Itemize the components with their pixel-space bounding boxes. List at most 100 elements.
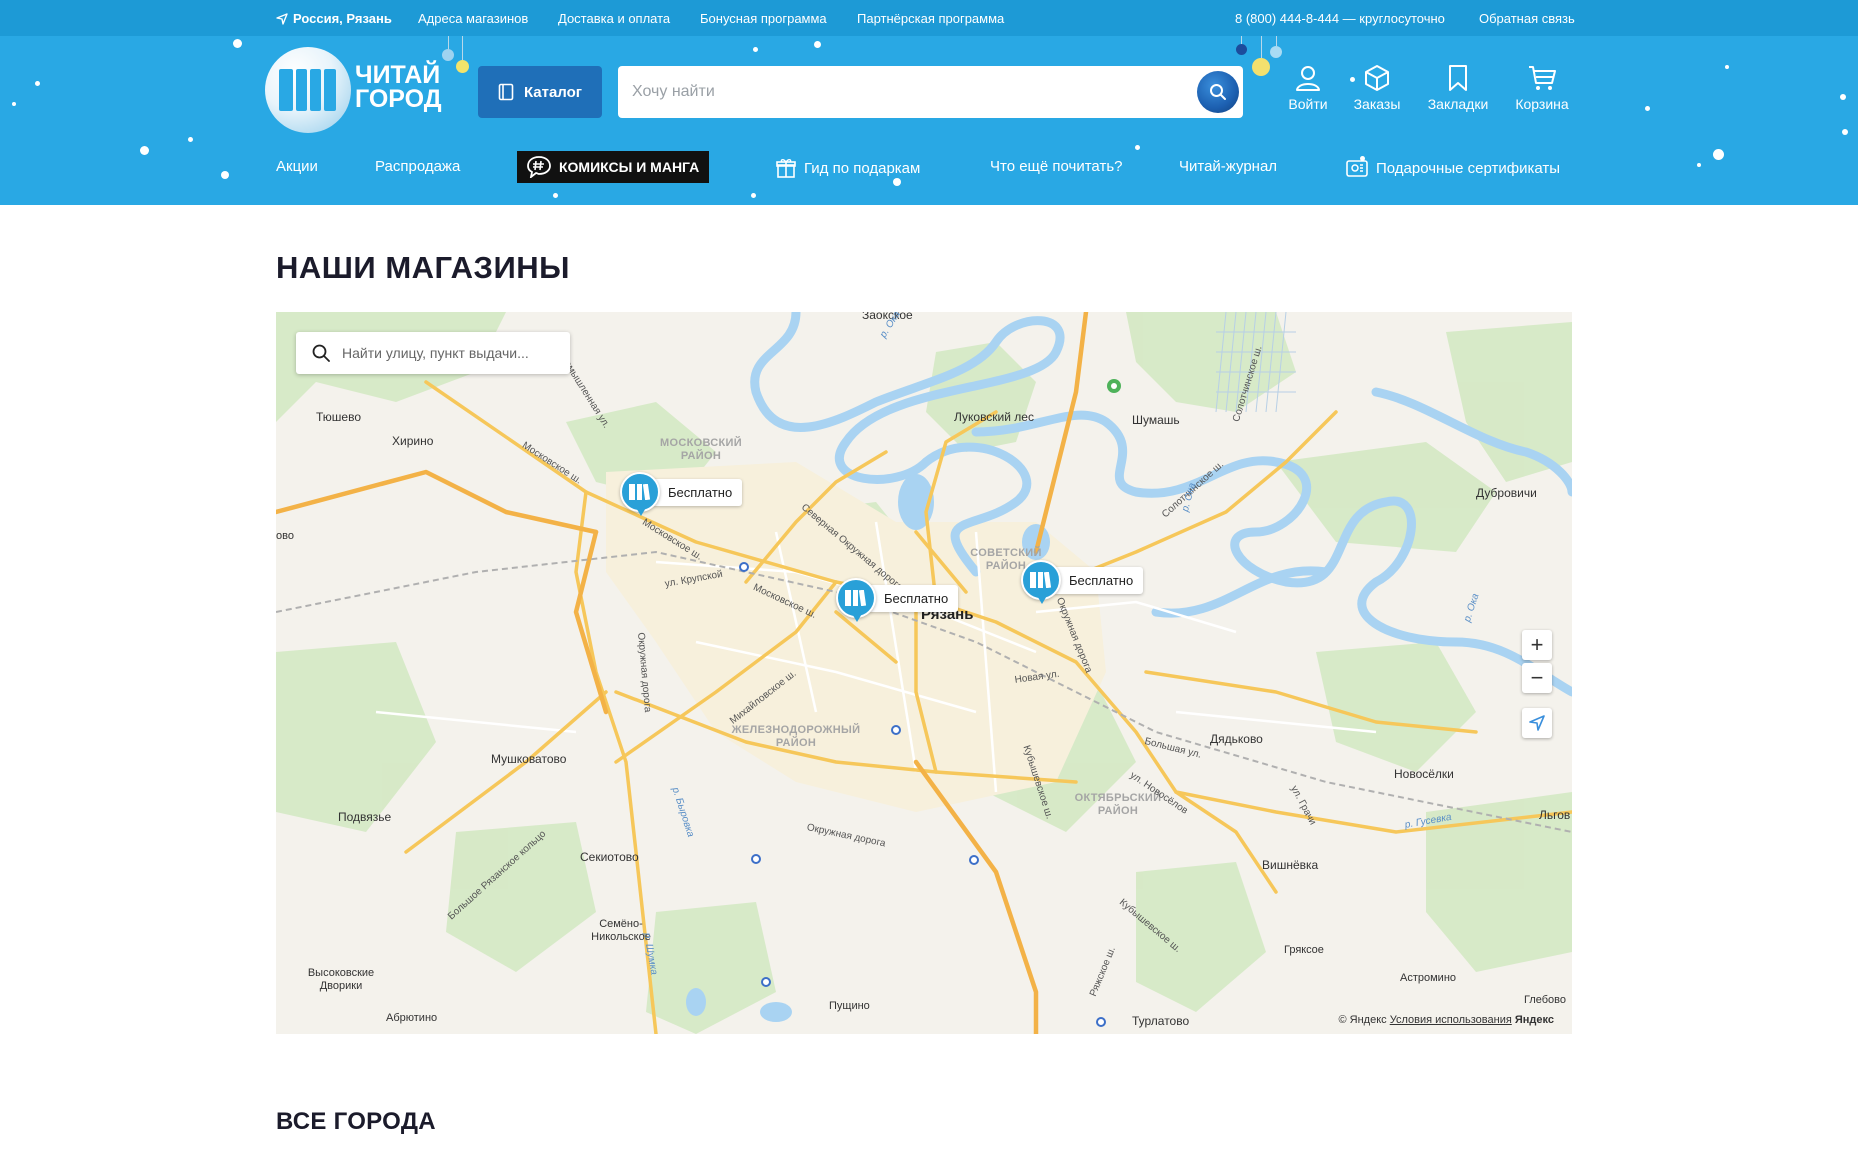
snowflake-decoration <box>1842 129 1848 135</box>
catalog-label: Каталог <box>523 83 583 101</box>
navigation-arrow-icon <box>1529 715 1545 731</box>
login-label: Войти <box>1288 96 1328 112</box>
ornament-ball <box>456 60 469 73</box>
snowflake-decoration <box>188 137 193 142</box>
nav-gift-certificates[interactable]: Подарочные сертификаты <box>1346 158 1560 178</box>
comics-hashtag-icon <box>527 156 551 178</box>
catalog-button[interactable]: Каталог <box>478 66 602 118</box>
stores-map[interactable]: Заокское Луковский лес Шумашь Тюшево Хир… <box>276 312 1572 1034</box>
book-icon <box>1030 572 1052 588</box>
map-label-place: Шумашь <box>1132 413 1180 427</box>
nav-comics-manga[interactable]: КОМИКСЫ И МАНГА <box>517 151 710 183</box>
snowflake-decoration <box>35 81 40 86</box>
garland-string <box>1241 36 1242 44</box>
pin-pointer <box>851 612 863 622</box>
snowflake-decoration <box>12 102 16 106</box>
search-bar <box>618 66 1243 118</box>
map-label-place: Абрютино <box>386 1012 438 1024</box>
logo-emblem <box>265 47 351 133</box>
map-label-place: Вишнёвка <box>1262 858 1319 872</box>
search-input[interactable] <box>632 66 1172 118</box>
terms-link[interactable]: Условия использования <box>1390 1014 1512 1026</box>
map-canvas[interactable] <box>276 312 1572 1034</box>
map-copyright: © Яндекс Условия использования Яндекс <box>1338 1014 1554 1026</box>
map-search-input[interactable] <box>342 345 552 361</box>
garland-string <box>1261 36 1262 58</box>
link-partner-program[interactable]: Партнёрская программа <box>857 11 1004 26</box>
map-label-place: Новосёлки <box>1394 767 1454 781</box>
map-label-place: Астромино <box>1400 972 1457 984</box>
orders-label: Заказы <box>1353 96 1401 112</box>
garland-string <box>462 36 463 60</box>
garland-string <box>1276 36 1277 46</box>
location-label: Россия, Рязань <box>293 11 392 26</box>
zoom-in-button[interactable]: + <box>1522 630 1552 660</box>
book-icon <box>279 69 337 111</box>
map-search-box <box>296 332 570 374</box>
snowflake-decoration <box>553 193 558 198</box>
yandex-logo[interactable]: Яндекс <box>1515 1014 1554 1026</box>
store-pin[interactable]: Бесплатно <box>1021 560 1144 604</box>
snowflake-decoration <box>1840 94 1846 100</box>
nav-gift-certificates-label: Подарочные сертификаты <box>1376 159 1561 177</box>
garland-string <box>448 36 449 50</box>
map-label-place: Турлатово <box>1132 1014 1190 1028</box>
link-feedback[interactable]: Обратная связь <box>1479 11 1575 26</box>
ornament-ball <box>1236 44 1247 55</box>
snowflake-decoration <box>1645 106 1650 111</box>
gift-icon <box>776 159 796 178</box>
orders-button[interactable]: Заказы <box>1337 64 1417 112</box>
map-label-place: Подвязье <box>338 810 392 824</box>
top-bar: Россия, Рязань Адреса магазинов Доставка… <box>0 0 1858 36</box>
map-label-district: ЖЕЛЕЗНОДОРОЖНЫЙ РАЙОН <box>731 724 861 749</box>
nav-promotions[interactable]: Акции <box>276 158 318 175</box>
user-icon <box>1296 66 1320 91</box>
store-pin[interactable]: Бесплатно <box>620 472 743 516</box>
map-label-place: Дубровичи <box>1476 486 1537 500</box>
store-pin-label: Бесплатно <box>870 584 959 612</box>
map-label-place: Луковский лес <box>954 410 1034 424</box>
map-label-place: Грякcое <box>1284 944 1324 956</box>
book-icon <box>845 590 867 606</box>
phone-number[interactable]: 8 (800) 444-8-444 — круглосуточно <box>1235 11 1445 26</box>
nav-magazine[interactable]: Читай-журнал <box>1179 158 1277 175</box>
bookmarks-button[interactable]: Закладки <box>1418 64 1498 112</box>
map-label-place: Тюшево <box>316 410 362 424</box>
store-pin[interactable]: Бесплатно <box>836 578 959 622</box>
logo[interactable]: ЧИТАЙ ГОРОД <box>265 47 445 135</box>
link-delivery-payment[interactable]: Доставка и оплата <box>558 11 670 26</box>
map-label-place: Секиотово <box>580 850 639 864</box>
map-label-district: МОСКОВСКИЙ РАЙОН <box>660 437 742 462</box>
book-icon <box>629 484 651 500</box>
link-store-addresses[interactable]: Адреса магазинов <box>418 11 528 26</box>
login-button[interactable]: Войти <box>1268 64 1348 112</box>
nav-sale[interactable]: Распродажа <box>375 158 460 175</box>
geolocation-button[interactable] <box>1522 708 1552 738</box>
search-icon <box>1210 84 1226 100</box>
map-label-place: Высоковские Дворики <box>307 967 375 992</box>
link-bonus-program[interactable]: Бонусная программа <box>700 11 827 26</box>
nav-what-to-read[interactable]: Что ещё почитать? <box>990 158 1122 175</box>
map-label-place: Пущино <box>829 1000 870 1012</box>
bookmarks-label: Закладки <box>1427 96 1489 112</box>
zoom-out-button[interactable]: − <box>1522 663 1552 693</box>
cart-button[interactable]: Корзина <box>1502 64 1582 112</box>
map-label-place: Хирино <box>392 434 434 448</box>
copyright-text: © Яндекс <box>1338 1014 1387 1026</box>
map-label-place: Дядьково <box>1210 732 1263 746</box>
map-label-place: ово <box>276 530 294 542</box>
snowflake-decoration <box>753 47 758 52</box>
logo-wordmark: ЧИТАЙ ГОРОД <box>355 61 442 113</box>
search-button[interactable] <box>1197 71 1239 113</box>
bookmark-icon <box>1449 65 1467 91</box>
main-nav: Акции Распродажа КОМИКСЫ И МАНГА Гид по … <box>0 148 1858 188</box>
minus-icon: − <box>1530 665 1544 690</box>
snowflake-decoration <box>814 41 821 48</box>
store-pin-label: Бесплатно <box>654 478 743 506</box>
all-cities-heading: ВСЕ ГОРОДА <box>276 1108 436 1135</box>
map-label-place: Глебово <box>1524 994 1567 1006</box>
ornament-ball <box>1270 46 1282 58</box>
pin-pointer <box>635 506 647 516</box>
nav-gift-guide[interactable]: Гид по подаркам <box>776 158 920 178</box>
location-selector[interactable]: Россия, Рязань <box>276 11 392 26</box>
